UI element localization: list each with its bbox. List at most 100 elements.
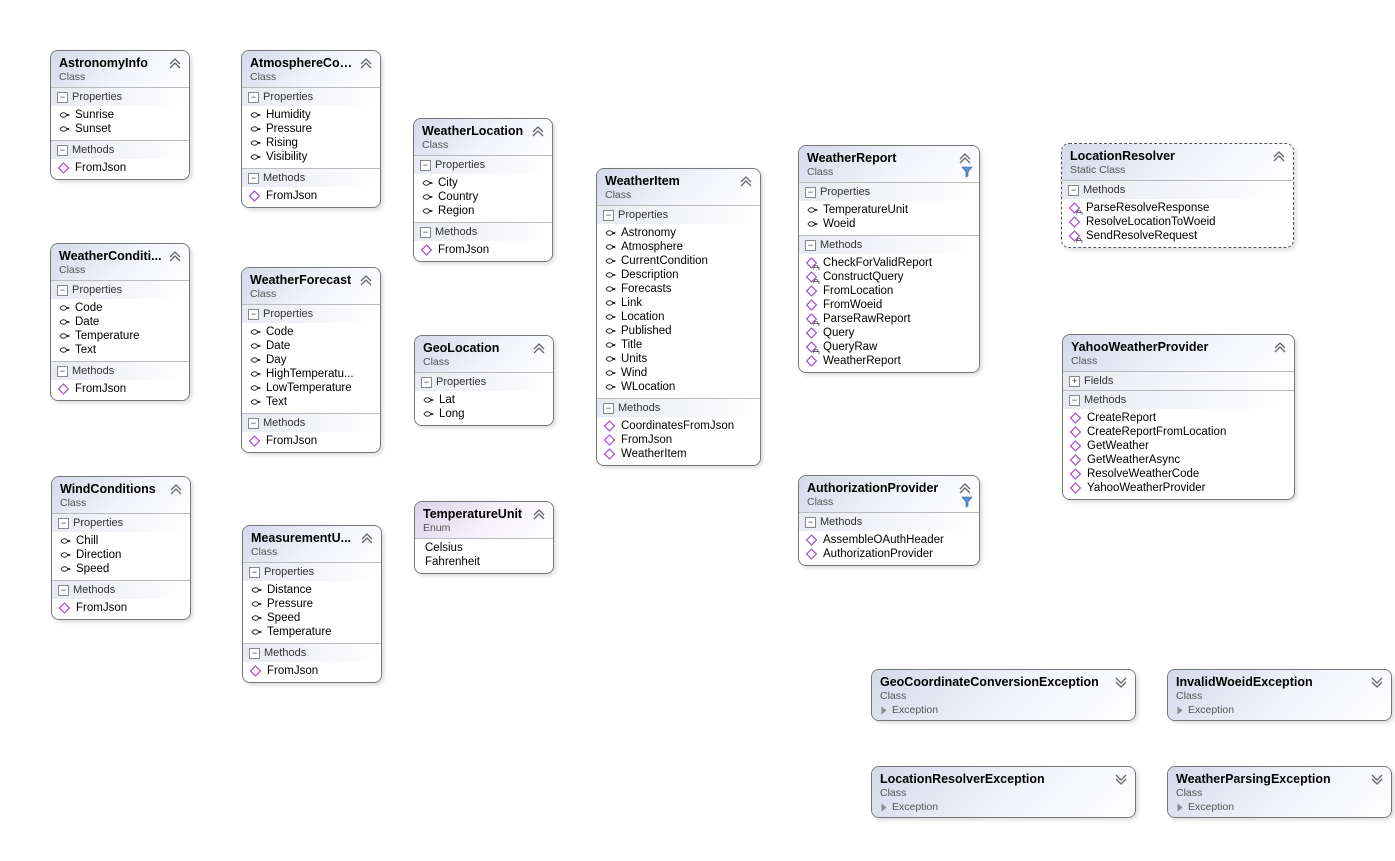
- member-prop[interactable]: Distance: [243, 583, 381, 597]
- member-method[interactable]: CoordinatesFromJson: [597, 419, 760, 433]
- member-prop[interactable]: TemperatureUnit: [799, 203, 979, 217]
- class-header[interactable]: GeoLocationClass: [415, 336, 553, 372]
- member-method[interactable]: FromJson: [51, 382, 189, 396]
- member-prop[interactable]: Units: [597, 352, 760, 366]
- member-method[interactable]: ParseRawReport: [799, 312, 979, 326]
- class-header[interactable]: LocationResolverExceptionClassException: [872, 767, 1135, 817]
- class-header[interactable]: MeasurementU...Class: [243, 526, 381, 562]
- class-header[interactable]: AtmosphereCon...Class: [242, 51, 380, 87]
- section-header-properties[interactable]: −Properties: [415, 372, 553, 391]
- chevron-up-icon[interactable]: [533, 508, 545, 520]
- member-method[interactable]: CreateReportFromLocation: [1063, 425, 1294, 439]
- member-prop[interactable]: Direction: [52, 548, 190, 562]
- member-method[interactable]: FromJson: [51, 161, 189, 175]
- member-prop[interactable]: Sunrise: [51, 108, 189, 122]
- member-method[interactable]: YahooWeatherProvider: [1063, 481, 1294, 495]
- chevron-up-icon[interactable]: [169, 250, 181, 262]
- section-header-methods[interactable]: −Methods: [242, 168, 380, 187]
- chevron-up-icon[interactable]: [361, 532, 373, 544]
- chevron-down-icon[interactable]: [1115, 676, 1127, 688]
- section-header-properties[interactable]: −Properties: [242, 87, 380, 106]
- class-header[interactable]: AstronomyInfoClass: [51, 51, 189, 87]
- member-method[interactable]: ConstructQuery: [799, 270, 979, 284]
- class-box-wloc[interactable]: WeatherLocationClass−PropertiesCityCount…: [413, 118, 553, 262]
- class-box-exc-wparse[interactable]: WeatherParsingExceptionClassException: [1167, 766, 1392, 818]
- collapse-icon[interactable]: −: [58, 518, 69, 529]
- class-box-astronomy[interactable]: AstronomyInfoClass−PropertiesSunriseSuns…: [50, 50, 190, 180]
- chevron-up-icon[interactable]: [740, 175, 752, 187]
- member-prop[interactable]: Region: [414, 204, 552, 218]
- enum-member[interactable]: Fahrenheit: [415, 555, 553, 569]
- member-prop[interactable]: Location: [597, 310, 760, 324]
- member-method[interactable]: FromJson: [242, 434, 380, 448]
- collapse-icon[interactable]: −: [249, 567, 260, 578]
- member-method[interactable]: AssembleOAuthHeader: [799, 533, 979, 547]
- collapse-icon[interactable]: −: [57, 145, 68, 156]
- member-prop[interactable]: Humidity: [242, 108, 380, 122]
- chevron-up-icon[interactable]: [360, 57, 372, 69]
- section-header-methods[interactable]: −Methods: [51, 361, 189, 380]
- member-method[interactable]: AuthorizationProvider: [799, 547, 979, 561]
- class-box-authprov[interactable]: AuthorizationProviderClass−MethodsAssemb…: [798, 475, 980, 566]
- collapse-icon[interactable]: −: [248, 309, 259, 320]
- member-method[interactable]: ResolveLocationToWoeid: [1062, 215, 1293, 229]
- expand-icon[interactable]: +: [1069, 376, 1080, 387]
- chevron-down-icon[interactable]: [1371, 773, 1383, 785]
- member-prop[interactable]: Wind: [597, 366, 760, 380]
- section-header-methods[interactable]: −Methods: [799, 235, 979, 254]
- class-box-tempunit[interactable]: TemperatureUnitEnumCelsiusFahrenheit: [414, 501, 554, 574]
- member-prop[interactable]: HighTemperatu...: [242, 367, 380, 381]
- enum-member[interactable]: Celsius: [415, 541, 553, 555]
- collapse-icon[interactable]: −: [420, 160, 431, 171]
- chevron-up-icon[interactable]: [959, 152, 971, 164]
- class-box-wreport[interactable]: WeatherReportClass−PropertiesTemperature…: [798, 145, 980, 373]
- section-header-fields[interactable]: +Fields: [1063, 371, 1294, 390]
- chevron-up-icon[interactable]: [533, 342, 545, 354]
- member-method[interactable]: GetWeather: [1063, 439, 1294, 453]
- section-header-properties[interactable]: −Properties: [51, 280, 189, 299]
- class-header[interactable]: InvalidWoeidExceptionClassException: [1168, 670, 1391, 720]
- member-method[interactable]: FromLocation: [799, 284, 979, 298]
- section-header-methods[interactable]: −Methods: [414, 222, 552, 241]
- collapse-icon[interactable]: −: [805, 517, 816, 528]
- member-prop[interactable]: Rising: [242, 136, 380, 150]
- member-method[interactable]: CheckForValidReport: [799, 256, 979, 270]
- member-method[interactable]: Query: [799, 326, 979, 340]
- member-method[interactable]: FromJson: [242, 189, 380, 203]
- section-header-properties[interactable]: −Properties: [799, 182, 979, 201]
- class-box-exc-woeid[interactable]: InvalidWoeidExceptionClassException: [1167, 669, 1392, 721]
- section-header-properties[interactable]: −Properties: [243, 562, 381, 581]
- member-prop[interactable]: Long: [415, 407, 553, 421]
- member-prop[interactable]: WLocation: [597, 380, 760, 394]
- class-header[interactable]: WeatherLocationClass: [414, 119, 552, 155]
- member-method[interactable]: ParseResolveResponse: [1062, 201, 1293, 215]
- chevron-up-icon[interactable]: [360, 274, 372, 286]
- member-prop[interactable]: Speed: [52, 562, 190, 576]
- collapse-icon[interactable]: −: [420, 227, 431, 238]
- class-box-weathercond[interactable]: WeatherConditi...Class−PropertiesCodeDat…: [50, 243, 190, 401]
- member-method[interactable]: QueryRaw: [799, 340, 979, 354]
- chevron-up-icon[interactable]: [959, 482, 971, 494]
- chevron-up-icon[interactable]: [532, 125, 544, 137]
- class-box-ywprov[interactable]: YahooWeatherProviderClass+Fields−Methods…: [1062, 334, 1295, 500]
- member-prop[interactable]: Temperature: [51, 329, 189, 343]
- member-prop[interactable]: Date: [51, 315, 189, 329]
- member-method[interactable]: FromJson: [597, 433, 760, 447]
- collapse-icon[interactable]: −: [248, 418, 259, 429]
- section-header-methods[interactable]: −Methods: [242, 413, 380, 432]
- collapse-icon[interactable]: −: [57, 366, 68, 377]
- section-header-methods[interactable]: −Methods: [597, 398, 760, 417]
- class-header[interactable]: WeatherConditi...Class: [51, 244, 189, 280]
- member-prop[interactable]: Code: [242, 325, 380, 339]
- member-prop[interactable]: Published: [597, 324, 760, 338]
- chevron-up-icon[interactable]: [1274, 341, 1286, 353]
- collapse-icon[interactable]: −: [805, 187, 816, 198]
- member-method[interactable]: GetWeatherAsync: [1063, 453, 1294, 467]
- class-header[interactable]: WeatherItemClass: [597, 169, 760, 205]
- member-method[interactable]: SendResolveRequest: [1062, 229, 1293, 243]
- member-prop[interactable]: Date: [242, 339, 380, 353]
- section-header-methods[interactable]: −Methods: [243, 643, 381, 662]
- member-prop[interactable]: Link: [597, 296, 760, 310]
- member-method[interactable]: FromWoeid: [799, 298, 979, 312]
- member-prop[interactable]: Woeid: [799, 217, 979, 231]
